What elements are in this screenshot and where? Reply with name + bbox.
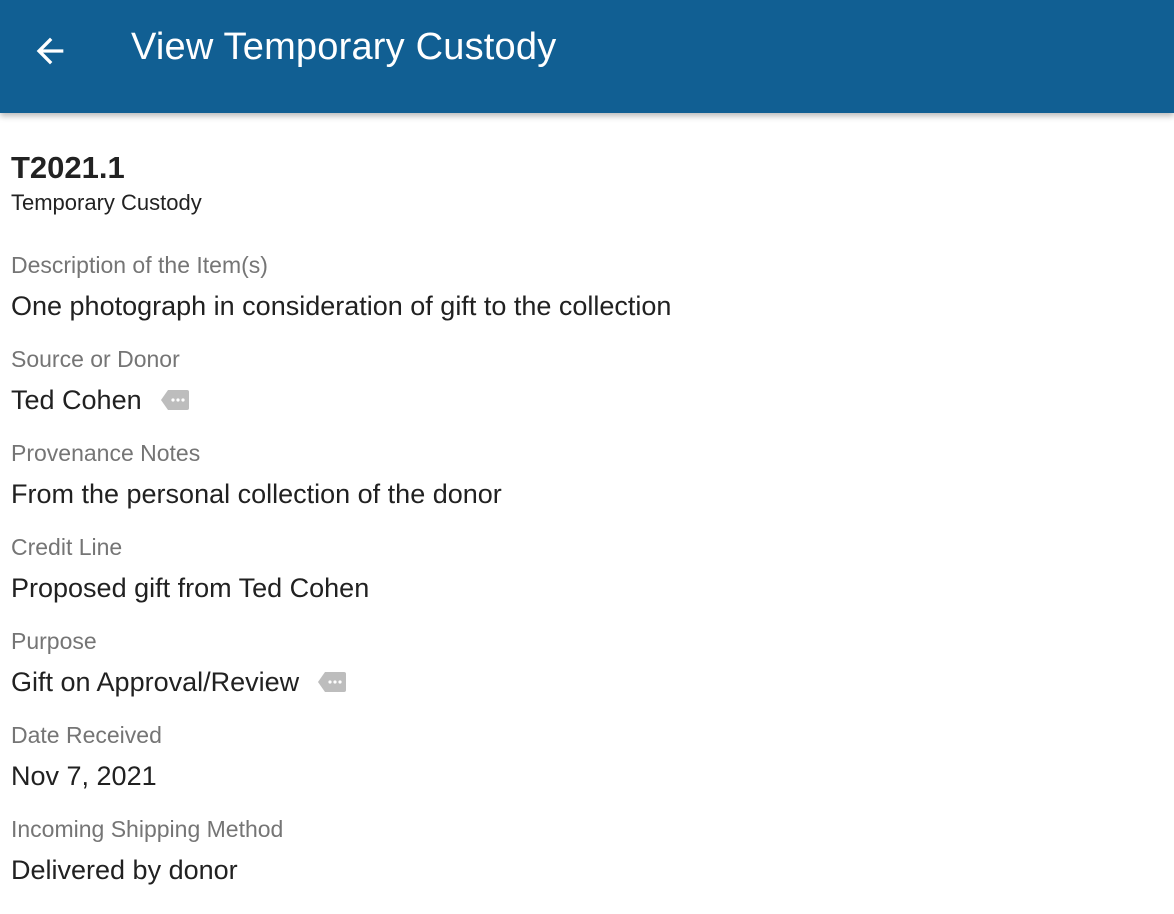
record-type: Temporary Custody	[11, 190, 202, 215]
field-value-text[interactable]: Gift on Approval/Review	[11, 664, 299, 700]
field-label: Incoming Shipping Method	[11, 816, 284, 842]
field-label: Description of the Item(s)	[11, 252, 268, 278]
field-provenance-notes: Provenance Notes From the personal colle…	[11, 438, 1161, 532]
field-value-text[interactable]: Ted Cohen	[11, 382, 142, 418]
field-label: Provenance Notes	[11, 440, 201, 466]
field-value: Ted Cohen	[11, 382, 1161, 418]
field-date-received: Date Received Nov 7, 2021	[11, 720, 1161, 814]
field-value-text: From the personal collection of the dono…	[11, 479, 502, 509]
field-source-donor: Source or Donor Ted Cohen	[11, 344, 1161, 438]
field-credit-line: Credit Line Proposed gift from Ted Cohen	[11, 532, 1161, 626]
field-value-text: Proposed gift from Ted Cohen	[11, 573, 370, 603]
field-purpose: Purpose Gift on Approval/Review	[11, 626, 1161, 720]
field-list: Description of the Item(s) One photograp…	[11, 250, 1161, 908]
record-id: T2021.1	[11, 150, 125, 185]
field-value: Delivered by donor	[11, 852, 1161, 888]
field-value: Gift on Approval/Review	[11, 664, 1161, 700]
field-value: Nov 7, 2021	[11, 758, 1161, 794]
field-shipping-method: Incoming Shipping Method Delivered by do…	[11, 814, 1161, 908]
field-value: One photograph in consideration of gift …	[11, 288, 1161, 324]
arrow-left-icon	[36, 37, 64, 65]
tag-more-icon[interactable]	[160, 389, 190, 411]
field-description: Description of the Item(s) One photograp…	[11, 250, 1161, 344]
field-label: Purpose	[11, 628, 97, 654]
field-value-text: Delivered by donor	[11, 855, 238, 885]
field-value-text: Nov 7, 2021	[11, 761, 157, 791]
field-value: From the personal collection of the dono…	[11, 476, 1161, 512]
record-details: T2021.1 Temporary Custody Description of…	[11, 148, 1161, 908]
app-bar: View Temporary Custody	[0, 0, 1174, 113]
tag-more-icon[interactable]	[317, 671, 347, 693]
field-value-text: One photograph in consideration of gift …	[11, 291, 672, 321]
field-label: Date Received	[11, 722, 162, 748]
page-title: View Temporary Custody	[131, 26, 557, 68]
back-button[interactable]	[22, 23, 78, 79]
field-label: Credit Line	[11, 534, 123, 560]
field-label: Source or Donor	[11, 346, 180, 372]
field-value: Proposed gift from Ted Cohen	[11, 570, 1161, 606]
